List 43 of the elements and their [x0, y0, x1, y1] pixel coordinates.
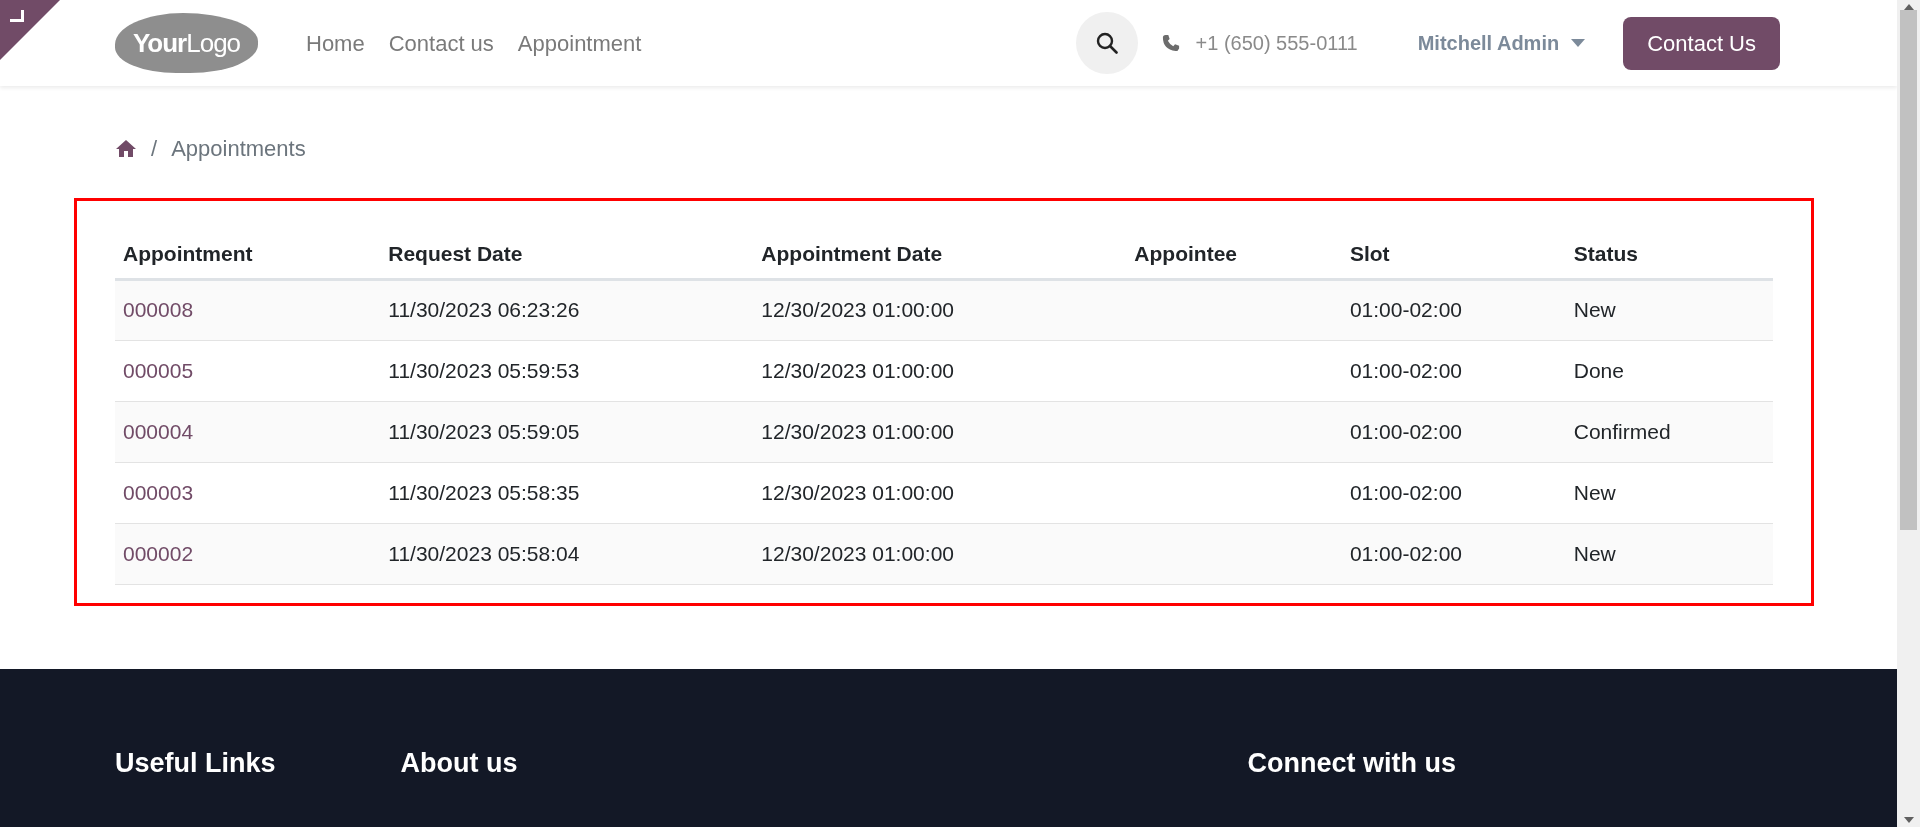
table-cell: 01:00-02:00	[1349, 419, 1462, 443]
table-cell: 11/30/2023 06:23:26	[388, 298, 580, 322]
table-cell: 11/30/2023 05:59:53	[388, 358, 580, 382]
home-icon[interactable]	[115, 139, 137, 158]
table-cell: 01:00-02:00	[1349, 298, 1462, 322]
table-cell: 01:00-02:00	[1349, 480, 1462, 504]
record-number-link[interactable]: 000002	[123, 541, 194, 565]
breadcrumb-current: Appointments	[171, 135, 306, 163]
record-number-link[interactable]: 000003	[123, 480, 194, 504]
footer-heading: Connect with us	[1247, 747, 1457, 780]
table-cell: 11/30/2023 05:58:04	[388, 541, 580, 565]
table-cell: 12/30/2023 01:00:00	[761, 419, 954, 443]
table-cell: Done	[1573, 358, 1624, 382]
record-number-link[interactable]: 000004	[123, 419, 194, 443]
footer-heading: About us	[400, 747, 518, 780]
table-cell: 11/30/2023 05:59:05	[388, 419, 580, 443]
nav-link[interactable]: Appointment	[517, 26, 642, 60]
table-cell: New	[1573, 541, 1616, 565]
footer-heading: Useful Links	[115, 747, 276, 780]
table-cell: 12/30/2023 01:00:00	[761, 480, 954, 504]
table-cell: 01:00-02:00	[1349, 358, 1462, 382]
caret-icon	[1571, 39, 1586, 47]
phone-number: +1 (650) 555-0111	[1195, 31, 1358, 56]
nav-link[interactable]: Home	[306, 26, 365, 60]
table-cell: Confirmed	[1573, 419, 1671, 443]
contact-us-button[interactable]: Contact Us	[1623, 16, 1780, 70]
search-icon	[1095, 32, 1118, 54]
scroll-down-icon[interactable]	[1903, 817, 1914, 823]
table-cell: 12/30/2023 01:00:00	[761, 541, 954, 565]
table-cell: New	[1573, 480, 1616, 504]
table-cell: 11/30/2023 05:58:35	[388, 480, 580, 504]
table-cell: 12/30/2023 01:00:00	[761, 298, 954, 322]
table-cell: 01:00-02:00	[1349, 541, 1462, 565]
phone-icon	[1161, 34, 1180, 52]
record-number-link[interactable]: 000008	[123, 298, 194, 322]
scrollbar-thumb[interactable]	[1900, 10, 1917, 530]
user-menu[interactable]: Mitchell Admin	[1417, 28, 1586, 58]
breadcrumb-separator: /	[151, 135, 158, 163]
table-cell: New	[1573, 298, 1616, 322]
nav-link[interactable]: Contact us	[388, 26, 494, 60]
table-cell: 12/30/2023 01:00:00	[761, 358, 954, 382]
record-number-link[interactable]: 000005	[123, 358, 194, 382]
corner-icon	[10, 10, 24, 22]
